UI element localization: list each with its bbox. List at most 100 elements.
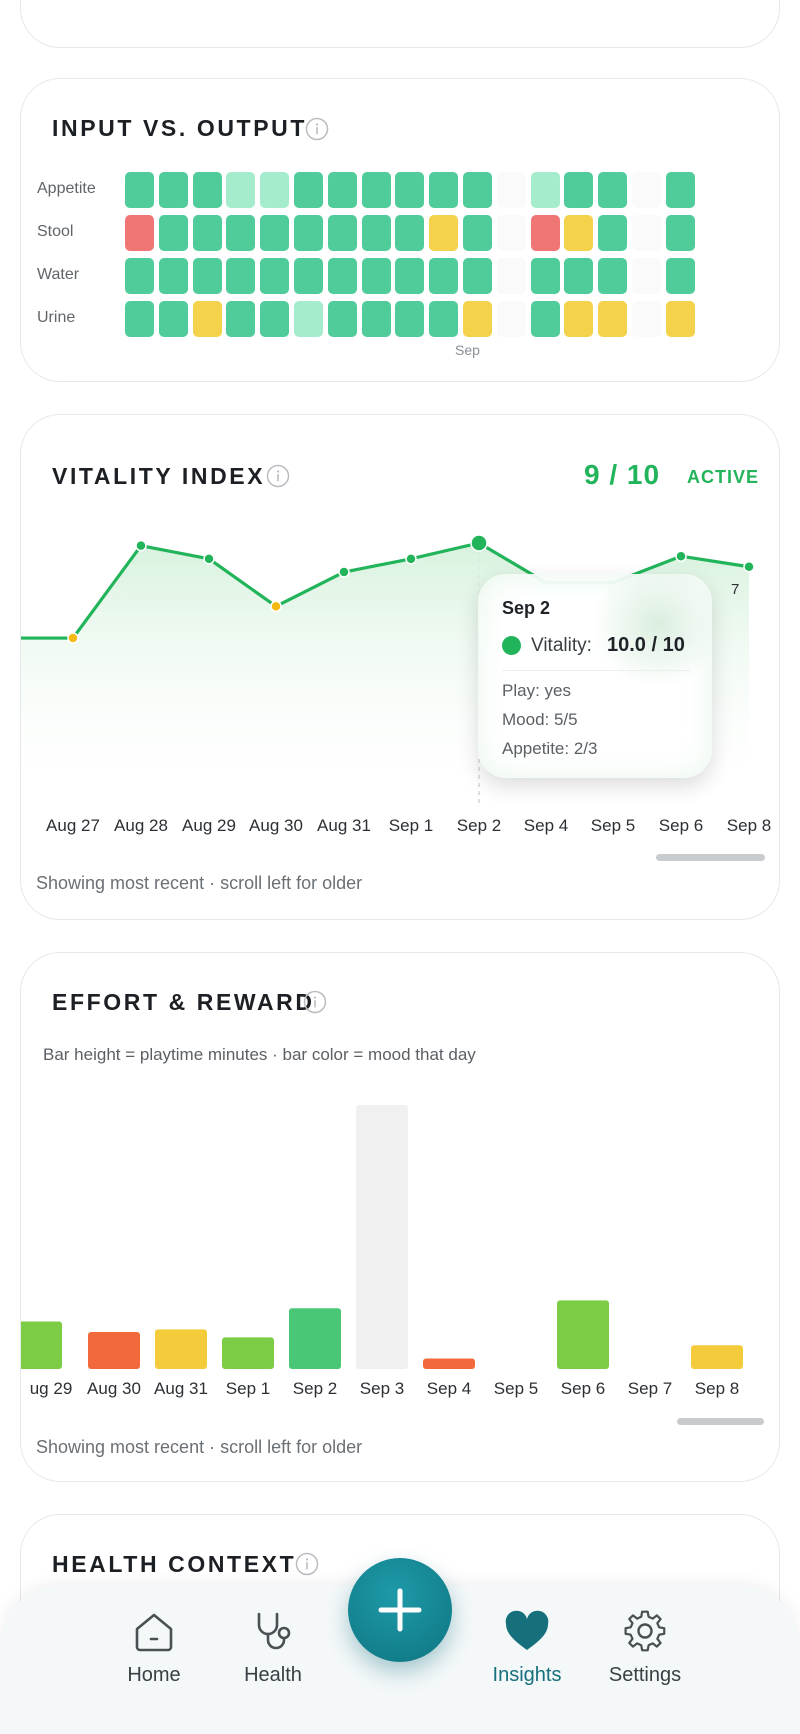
- vitality-selected-point[interactable]: [470, 534, 488, 552]
- effort-bar[interactable]: [356, 1105, 408, 1369]
- heatmap-cell[interactable]: [463, 258, 492, 294]
- nav-health[interactable]: Health: [218, 1608, 328, 1687]
- heatmap-cell[interactable]: [463, 215, 492, 251]
- heatmap-cell[interactable]: [125, 172, 154, 208]
- heatmap-cell[interactable]: [463, 172, 492, 208]
- vitality-point[interactable]: [675, 550, 687, 562]
- heatmap-cell[interactable]: [226, 301, 256, 337]
- heatmap-cell[interactable]: [395, 301, 425, 337]
- heatmap-cell[interactable]: [192, 301, 222, 337]
- vitality-point[interactable]: [67, 632, 79, 644]
- heatmap-cell[interactable]: [192, 215, 222, 251]
- heatmap-cell[interactable]: [598, 215, 628, 251]
- heatmap-cell[interactable]: [361, 258, 391, 294]
- nav-home[interactable]: Home: [99, 1608, 209, 1687]
- heatmap-cell[interactable]: [361, 172, 391, 208]
- heatmap-cell[interactable]: [665, 215, 695, 251]
- heatmap-cell[interactable]: [665, 172, 695, 208]
- heatmap-cell[interactable]: [530, 301, 560, 337]
- heatmap-cell[interactable]: [564, 215, 594, 251]
- vitality-point[interactable]: [338, 566, 350, 578]
- heatmap-cell[interactable]: [361, 301, 391, 337]
- effort-chart[interactable]: [21, 953, 780, 1482]
- heatmap-cell[interactable]: [192, 258, 222, 294]
- heatmap-cell[interactable]: [429, 301, 459, 337]
- heatmap-cell[interactable]: [158, 301, 188, 337]
- heatmap-cell[interactable]: [158, 258, 188, 294]
- nav-insights[interactable]: Insights: [472, 1608, 582, 1687]
- heatmap-cell[interactable]: [564, 258, 594, 294]
- heatmap-cell[interactable]: [496, 258, 526, 294]
- vitality-point[interactable]: [743, 561, 755, 573]
- heatmap-cell[interactable]: [429, 258, 459, 294]
- heatmap-cell[interactable]: [226, 215, 256, 251]
- heatmap-cell[interactable]: [598, 301, 628, 337]
- heatmap-cell[interactable]: [598, 172, 628, 208]
- heatmap-cell[interactable]: [496, 215, 526, 251]
- effort-scrollbar[interactable]: [677, 1418, 764, 1425]
- effort-bar[interactable]: [222, 1337, 274, 1369]
- vitality-x-tick: Aug 27: [46, 816, 100, 835]
- vitality-scrollbar[interactable]: [656, 854, 765, 861]
- add-entry-button[interactable]: [348, 1558, 452, 1662]
- heatmap-cell[interactable]: [125, 258, 154, 294]
- heatmap-cell[interactable]: [395, 258, 425, 294]
- heatmap-cell[interactable]: [226, 172, 256, 208]
- heatmap-cell[interactable]: [429, 172, 459, 208]
- effort-bar[interactable]: [88, 1332, 140, 1369]
- effort-x-tick: Sep 4: [426, 1379, 472, 1398]
- heatmap-cell[interactable]: [496, 301, 526, 337]
- heatmap-cell[interactable]: [327, 258, 357, 294]
- heatmap-cell[interactable]: [294, 172, 323, 208]
- heatmap-cell[interactable]: [327, 172, 357, 208]
- heatmap-cell[interactable]: [530, 258, 560, 294]
- effort-bar[interactable]: [691, 1345, 743, 1369]
- heatmap-cell[interactable]: [260, 215, 290, 251]
- heatmap-cell[interactable]: [632, 258, 661, 294]
- heatmap-cell[interactable]: [158, 172, 188, 208]
- heatmap-cell[interactable]: [564, 301, 594, 337]
- heatmap-cell[interactable]: [564, 172, 594, 208]
- heatmap-cell[interactable]: [260, 258, 290, 294]
- vitality-point[interactable]: [405, 553, 417, 565]
- heatmap-cell[interactable]: [463, 301, 492, 337]
- heatmap-cell[interactable]: [158, 215, 188, 251]
- effort-x-tick: Aug 31: [154, 1379, 208, 1398]
- heatmap-cell[interactable]: [632, 172, 661, 208]
- heatmap-cell[interactable]: [395, 215, 425, 251]
- vitality-point[interactable]: [135, 539, 147, 552]
- input-output-title: INPUT VS. OUTPUT: [52, 115, 308, 141]
- heatmap-cell[interactable]: [665, 258, 695, 294]
- heatmap-cell[interactable]: [294, 215, 323, 251]
- vitality-point[interactable]: [270, 600, 282, 613]
- effort-bar[interactable]: [155, 1329, 207, 1369]
- effort-bar[interactable]: [289, 1308, 341, 1369]
- heatmap-cell[interactable]: [429, 215, 459, 251]
- heatmap-cell[interactable]: [260, 172, 290, 208]
- heatmap-cell[interactable]: [294, 301, 323, 337]
- vitality-point[interactable]: [203, 553, 215, 565]
- heatmap-cell[interactable]: [294, 258, 323, 294]
- heatmap-cell[interactable]: [125, 301, 154, 337]
- heatmap-cell[interactable]: [632, 215, 661, 251]
- heatmap-cell[interactable]: [361, 215, 391, 251]
- heatmap-cell[interactable]: [226, 258, 256, 294]
- heatmap-cell[interactable]: [395, 172, 425, 208]
- heatmap-cell[interactable]: [327, 215, 357, 251]
- effort-bar[interactable]: [557, 1300, 609, 1369]
- heatmap-cell[interactable]: [665, 301, 695, 337]
- effort-bar[interactable]: [423, 1358, 475, 1369]
- heatmap-cell[interactable]: [496, 172, 526, 208]
- info-icon[interactable]: [295, 1552, 319, 1576]
- heatmap-cell[interactable]: [192, 172, 222, 208]
- heatmap-cell[interactable]: [632, 301, 661, 337]
- info-icon[interactable]: [305, 117, 329, 141]
- heatmap-cell[interactable]: [327, 301, 357, 337]
- heatmap-cell[interactable]: [260, 301, 290, 337]
- effort-bar[interactable]: [21, 1321, 62, 1369]
- heatmap-cell[interactable]: [530, 215, 560, 251]
- heatmap-cell[interactable]: [125, 215, 154, 251]
- heatmap-cell[interactable]: [598, 258, 628, 294]
- heatmap-cell[interactable]: [530, 172, 560, 208]
- nav-settings[interactable]: Settings: [590, 1608, 700, 1687]
